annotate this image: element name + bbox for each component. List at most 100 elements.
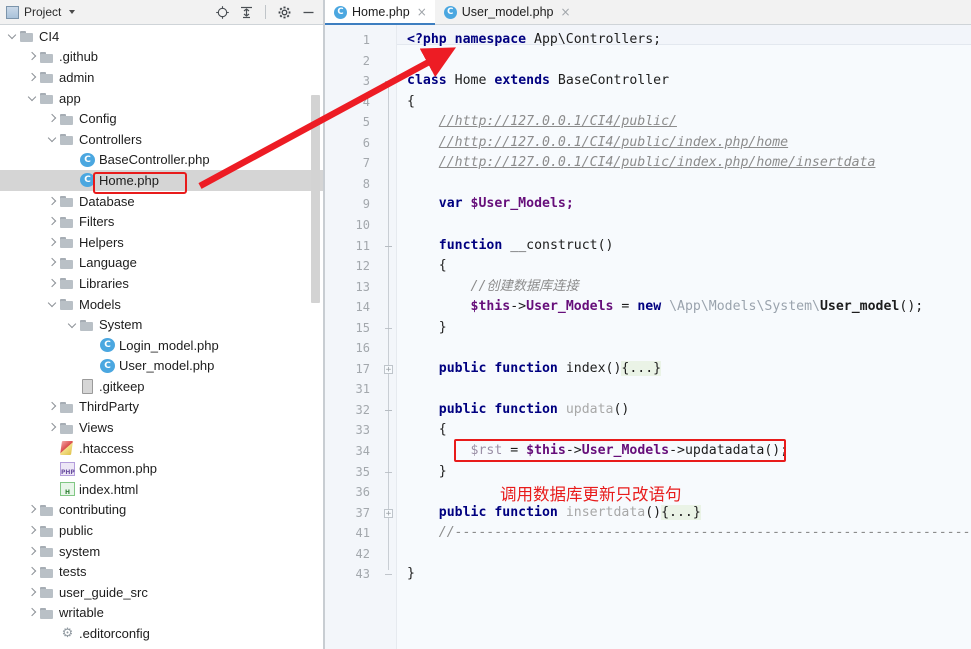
chevron-right-icon[interactable] — [46, 195, 58, 207]
tree-item-database[interactable]: Database — [0, 191, 324, 212]
tab-home-php[interactable]: C Home.php × — [325, 0, 435, 25]
chevron-right-icon[interactable] — [46, 401, 58, 413]
line-number: 43 — [355, 567, 370, 582]
chevron-right-icon[interactable] — [46, 113, 58, 125]
code-line[interactable]: $this->User_Models = new \App\Models\Sys… — [407, 297, 924, 317]
tree-item-basecontroller-php[interactable]: C BaseController.php — [0, 150, 324, 171]
tree-item-thirdparty[interactable]: ThirdParty — [0, 397, 324, 418]
chevron-right-icon[interactable] — [26, 607, 38, 619]
code-line[interactable]: <?php namespace App\Controllers; — [407, 30, 661, 50]
code-line[interactable]: public function insertdata(){...} — [407, 503, 701, 523]
tree-item-login-model-php[interactable]: C Login_model.php — [0, 335, 324, 356]
chevron-right-icon[interactable] — [26, 566, 38, 578]
tree-item-htaccess[interactable]: .htaccess — [0, 438, 324, 459]
fold-expand-icon[interactable]: + — [384, 364, 393, 374]
code-line[interactable]: { — [407, 92, 415, 112]
tree-item-ci4[interactable]: CI4 — [0, 26, 324, 47]
fold-collapse-icon[interactable] — [384, 468, 393, 477]
tree-item-common-php[interactable]: PHP Common.php — [0, 458, 324, 479]
project-title-button[interactable]: Project — [6, 5, 76, 19]
tree-item-user-guide-src[interactable]: user_guide_src — [0, 582, 324, 603]
close-icon[interactable]: × — [560, 6, 570, 18]
fold-collapse-icon[interactable] — [384, 324, 393, 333]
chevron-right-icon[interactable] — [46, 277, 58, 289]
hide-panel-icon[interactable] — [301, 5, 316, 20]
tree-item-config[interactable]: Config — [0, 108, 324, 129]
chevron-down-icon[interactable] — [46, 298, 58, 310]
chevron-right-icon[interactable] — [26, 586, 38, 598]
chevron-down-icon[interactable] — [46, 133, 58, 145]
code-line[interactable]: //http://127.0.0.1/CI4/public/index.php/… — [407, 153, 876, 173]
chevron-right-icon[interactable] — [46, 216, 58, 228]
tree-item-system[interactable]: system — [0, 541, 324, 562]
tree-item-gitkeep[interactable]: .gitkeep — [0, 376, 324, 397]
chevron-right-icon[interactable] — [46, 257, 58, 269]
tree-item-contributing[interactable]: contributing — [0, 500, 324, 521]
folder-icon — [80, 319, 95, 332]
code-line[interactable]: var $User_Models; — [407, 194, 574, 214]
chevron-right-icon[interactable] — [46, 236, 58, 248]
code-line[interactable]: function __construct() — [407, 236, 614, 256]
project-tree-scrollbar-thumb[interactable] — [311, 95, 320, 303]
tree-item-models[interactable]: Models — [0, 294, 324, 315]
fold-collapse-icon[interactable] — [384, 570, 393, 579]
folder-icon — [40, 607, 55, 620]
code-line[interactable]: public function index(){...} — [407, 359, 662, 379]
tree-item-controllers[interactable]: Controllers — [0, 129, 324, 150]
chevron-right-icon[interactable] — [26, 71, 38, 83]
code-line[interactable]: $rst = $this->User_Models->updatadata(); — [407, 441, 789, 461]
project-tree-scrollbar-track[interactable] — [311, 25, 320, 649]
project-tree[interactable]: CI4 .github admin app Config Controllers C Base… — [0, 25, 324, 649]
chevron-right-icon[interactable] — [26, 525, 38, 537]
code-line[interactable]: } — [407, 564, 415, 584]
code-line[interactable]: //创建数据库连接 — [407, 277, 579, 297]
panel-divider[interactable] — [323, 0, 324, 649]
tree-item-views[interactable]: Views — [0, 417, 324, 438]
tree-item-tests[interactable]: tests — [0, 561, 324, 582]
locate-icon[interactable] — [215, 5, 230, 20]
chevron-right-icon[interactable] — [26, 545, 38, 557]
code-line[interactable]: //http://127.0.0.1/CI4/public/ — [407, 112, 677, 132]
tree-item-libraries[interactable]: Libraries — [0, 273, 324, 294]
tree-item-system[interactable]: System — [0, 314, 324, 335]
code-line[interactable]: //--------------------------------------… — [407, 523, 971, 543]
toolbar-divider — [265, 5, 266, 19]
tree-item-filters[interactable]: Filters — [0, 211, 324, 232]
fold-expand-icon[interactable]: + — [384, 508, 393, 518]
line-number: 36 — [355, 485, 370, 500]
code-line[interactable]: public function updata() — [407, 400, 630, 420]
code-line[interactable]: } — [407, 318, 447, 338]
tree-item-writable[interactable]: writable — [0, 603, 324, 624]
tab-user-model-php[interactable]: C User_model.php × — [434, 0, 579, 24]
folder-icon — [60, 422, 75, 435]
tree-item-index-html[interactable]: Hindex.html — [0, 479, 324, 500]
collapse-all-icon[interactable] — [239, 5, 254, 20]
tree-item-user-model-php[interactable]: C User_model.php — [0, 356, 324, 377]
code-line[interactable]: { — [407, 420, 447, 440]
tree-item-github[interactable]: .github — [0, 47, 324, 68]
line-number: 33 — [355, 423, 370, 438]
code-line[interactable]: } — [407, 462, 447, 482]
tree-item-language[interactable]: Language — [0, 253, 324, 274]
code-line[interactable]: class Home extends BaseController — [407, 71, 669, 91]
chevron-right-icon[interactable] — [26, 51, 38, 63]
chevron-down-icon[interactable] — [66, 319, 78, 331]
folder-icon — [40, 586, 55, 599]
tree-item-editorconfig[interactable]: ⚙ .editorconfig — [0, 623, 324, 644]
editor-area: C Home.php × C User_model.php × 12345678… — [325, 0, 971, 649]
chevron-right-icon[interactable] — [46, 422, 58, 434]
close-icon[interactable]: × — [417, 6, 427, 18]
line-number: 37 — [355, 505, 370, 520]
code-line[interactable]: //http://127.0.0.1/CI4/public/index.php/… — [407, 133, 788, 153]
tree-item-public[interactable]: public — [0, 520, 324, 541]
chevron-down-icon[interactable] — [26, 92, 38, 104]
tree-item-app[interactable]: app — [0, 88, 324, 109]
chevron-right-icon[interactable] — [26, 504, 38, 516]
tree-item-helpers[interactable]: Helpers — [0, 232, 324, 253]
tree-item-admin[interactable]: admin — [0, 67, 324, 88]
tree-item-home-php[interactable]: C Home.php — [0, 170, 324, 191]
code-editor[interactable]: 1 2 3 4 5 6 7 8 9 10 11 12 13 14 15 16 17 31 32 33 34 35 36 37 4… — [325, 25, 971, 649]
code-line[interactable]: { — [407, 256, 447, 276]
settings-gear-icon[interactable] — [277, 5, 292, 20]
chevron-down-icon[interactable] — [6, 30, 18, 42]
